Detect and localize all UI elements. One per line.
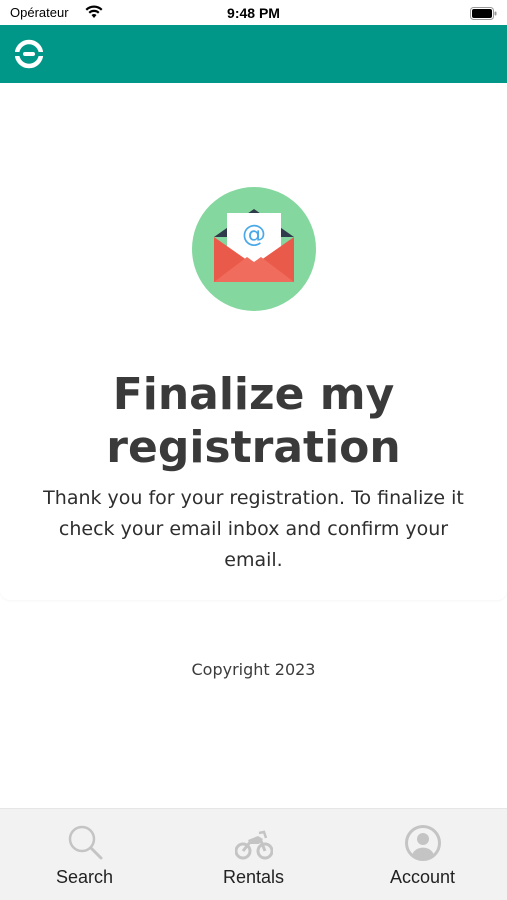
battery-icon [470,7,497,20]
svg-text:@: @ [242,220,266,248]
tab-bar: Search Rentals Account [0,808,507,900]
registration-card: @ Finalize my registration Thank you for… [0,83,507,600]
status-bar: Opérateur 9:48 PM [0,0,507,25]
tab-search[interactable]: Search [0,809,169,900]
search-icon [68,825,102,860]
tab-label-rentals: Rentals [222,867,285,887]
tab-label-search: Search [55,867,114,887]
app-bar [0,25,507,83]
confirmation-message: Thank you for your registration. To fina… [43,487,464,571]
tab-label-account: Account [389,867,456,887]
motorcycle-icon [234,830,273,860]
page-title: Finalize my registration [106,369,401,473]
tab-account[interactable]: Account [338,809,507,900]
app-logo-icon[interactable] [14,39,44,69]
copyright-text: Copyright 2023 [191,660,316,679]
account-icon [404,825,441,861]
email-envelope-icon: @ [192,187,316,311]
status-time: 9:48 PM [227,5,280,21]
tab-rentals[interactable]: Rentals [169,809,338,900]
